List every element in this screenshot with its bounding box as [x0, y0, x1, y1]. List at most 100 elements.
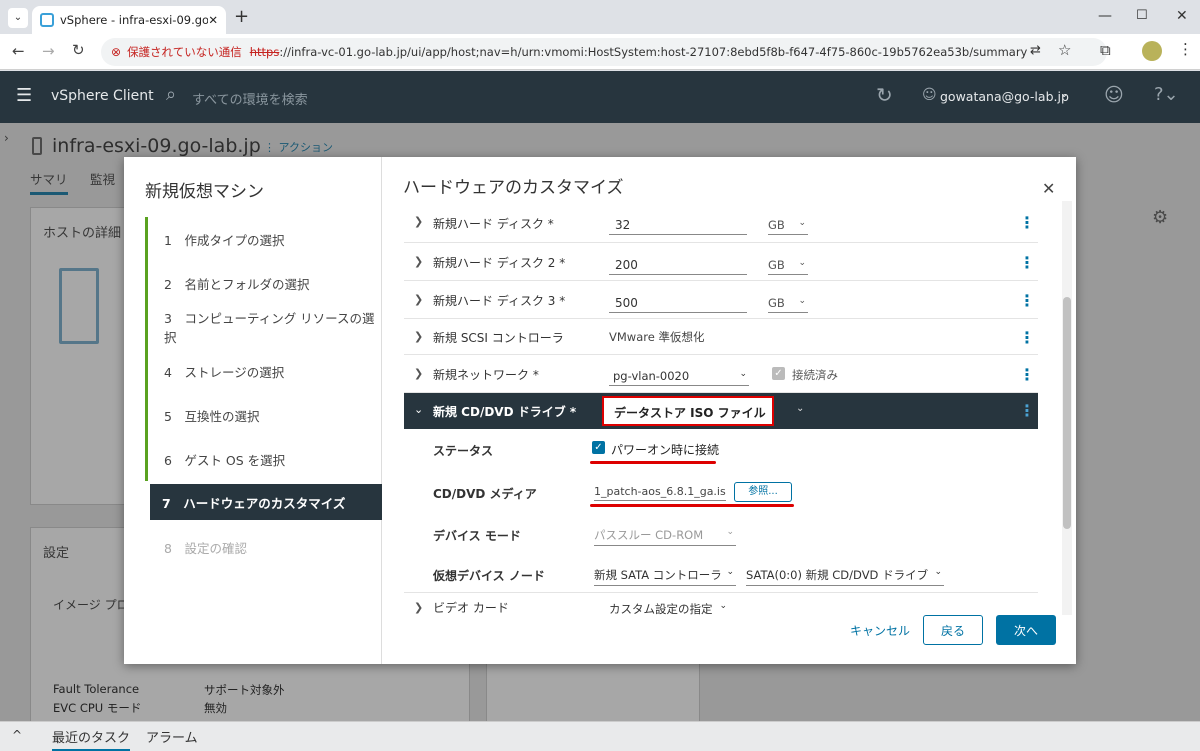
- tab-recent-tasks[interactable]: 最近のタスク: [52, 727, 131, 751]
- hamburger-menu-icon[interactable]: ☰: [16, 85, 32, 106]
- hardware-row-network: ❯ 新規ネットワーク * pg-vlan-0020 ⌄ ✓ 接続済み ⋮: [404, 355, 1038, 393]
- kebab-menu-icon[interactable]: ⋮: [1019, 365, 1035, 384]
- wizard-step-3[interactable]: 3 コンピューティング リソースの選択: [145, 305, 381, 349]
- global-search-input[interactable]: すべての環境を検索: [192, 89, 308, 108]
- wizard-step-7[interactable]: 7 ハードウェアのカスタマイズ: [150, 484, 382, 520]
- kebab-menu-icon[interactable]: ⋮: [1019, 291, 1035, 310]
- scsi-type-value: VMware 準仮想化: [609, 330, 705, 344]
- wizard-step-1[interactable]: 1 作成タイプの選択: [145, 217, 381, 261]
- chevron-down-icon: ⌄: [726, 567, 734, 577]
- controller-select[interactable]: 新規 SATA コントローラ ⌄: [594, 567, 736, 586]
- hardware-row-disk2: ❯ 新規ハード ディスク 2 * 200 GB ⌄ ⋮: [404, 243, 1038, 281]
- chevron-right-icon[interactable]: ❯: [414, 215, 423, 228]
- browse-button[interactable]: 参照...: [734, 482, 792, 502]
- menu-dots-icon[interactable]: ⋮: [1178, 40, 1193, 58]
- settings-value: 無効: [204, 701, 227, 715]
- chevron-down-icon[interactable]: ⌄: [796, 403, 804, 414]
- disk1-size-input[interactable]: 32: [609, 218, 747, 235]
- search-icon[interactable]: ⌕: [166, 84, 176, 105]
- video-card-select[interactable]: カスタム設定の指定 ⌄: [609, 601, 729, 615]
- chevron-down-icon[interactable]: ⌄: [1060, 89, 1068, 100]
- hardware-row-video: ❯ ビデオ カード カスタム設定の指定 ⌄: [404, 593, 1038, 615]
- wizard-step-6[interactable]: 6 ゲスト OS を選択: [145, 437, 381, 481]
- disk2-size-input[interactable]: 200: [609, 258, 747, 275]
- iso-path-input[interactable]: 1_patch-aos_6.8.1_ga.iso: [594, 485, 726, 501]
- hardware-row-cdrom: ⌄ 新規 CD/DVD ドライブ * データストア ISO ファイル ⌄ ⋮: [404, 393, 1038, 429]
- next-button[interactable]: 次へ: [996, 615, 1056, 645]
- disk1-unit-select[interactable]: GB ⌄: [768, 218, 808, 235]
- kebab-menu-icon[interactable]: ⋮: [1019, 213, 1035, 232]
- forward-icon[interactable]: →: [42, 42, 55, 60]
- page-title: ハードウェアのカスタマイズ: [403, 178, 624, 198]
- connected-checkbox[interactable]: ✓: [772, 367, 785, 380]
- back-button[interactable]: 戻る: [923, 615, 983, 645]
- device-mode-select[interactable]: パススルー CD-ROM ⌄: [594, 527, 736, 546]
- chevron-down-icon: ⌄: [934, 567, 942, 577]
- cdrom-type-select[interactable]: データストア ISO ファイル: [602, 396, 774, 426]
- hardware-row-scsi: ❯ 新規 SCSI コントローラ VMware 準仮想化 ⋮: [404, 319, 1038, 355]
- tab-alarms[interactable]: アラーム: [146, 727, 198, 746]
- chevron-down-icon: ⌄: [798, 258, 806, 268]
- wizard-steps-panel: 新規仮想マシン 1 作成タイプの選択 2 名前とフォルダの選択 3 コンピューテ…: [124, 157, 382, 664]
- disk3-size-input[interactable]: 500: [609, 296, 747, 313]
- disk3-unit-select[interactable]: GB ⌄: [768, 296, 808, 313]
- minimize-icon[interactable]: —: [1098, 8, 1112, 24]
- address-toolbar: ← → ↻ ⊗ 保護されていない通信 https ://infra-vc-01.…: [0, 34, 1200, 70]
- cancel-button[interactable]: キャンセル: [846, 615, 914, 645]
- app-name: vSphere Client: [51, 88, 154, 104]
- cdrom-status-row: ステータス ✓ パワーオン時に接続: [404, 429, 1038, 473]
- device-mode-row: デバイス モード パススルー CD-ROM ⌄: [404, 515, 1038, 555]
- cdrom-media-row: CD/DVD メディア 1_patch-aos_6.8.1_ga.iso 参照.…: [404, 473, 1038, 515]
- new-tab-button[interactable]: +: [234, 6, 249, 27]
- connect-at-power-on-label: パワーオン時に接続: [611, 443, 720, 457]
- profile-avatar[interactable]: [1142, 41, 1162, 61]
- extensions-icon[interactable]: ⧉: [1100, 41, 1111, 59]
- chevron-right-icon[interactable]: ❯: [414, 601, 423, 614]
- translate-icon[interactable]: ⇄: [1030, 43, 1041, 58]
- disk2-unit-select[interactable]: GB ⌄: [768, 258, 808, 275]
- wizard-step-8: 8 設定の確認: [164, 540, 247, 556]
- close-window-icon[interactable]: ✕: [1176, 8, 1188, 24]
- help-icon[interactable]: ?⌄: [1154, 84, 1179, 105]
- chevron-right-icon[interactable]: ❯: [414, 255, 423, 268]
- back-icon[interactable]: ←: [12, 42, 25, 60]
- chevron-down-icon: ⌄: [739, 369, 747, 379]
- chevron-right-icon[interactable]: ❯: [414, 330, 423, 343]
- scrollbar-thumb[interactable]: [1063, 297, 1071, 529]
- kebab-menu-icon[interactable]: ⋮: [1019, 328, 1035, 347]
- settings-rows-lower: Fault Tolerance サポート対象外 EVC CPU モード 無効: [0, 664, 1200, 721]
- hardware-list: ❯ 新規ハード ディスク * 32 GB ⌄ ⋮ ❯ 新規ハード ディスク 2 *…: [404, 205, 1038, 615]
- wizard-step-4[interactable]: 4 ストレージの選択: [145, 349, 381, 393]
- wizard-step-2[interactable]: 2 名前とフォルダの選択: [145, 261, 381, 305]
- address-bar[interactable]: ⊗ 保護されていない通信 https ://infra-vc-01.go-lab…: [101, 38, 1107, 66]
- annotation-underline: [590, 461, 716, 464]
- browser-tab-bar: ⌄ vSphere - infra-esxi-09.go-lab.jp ✕ + …: [0, 0, 1200, 34]
- browser-tab[interactable]: vSphere - infra-esxi-09.go-lab.jp ✕: [32, 6, 226, 34]
- feedback-icon[interactable]: ☺: [1104, 84, 1124, 106]
- reload-icon[interactable]: ↻: [72, 41, 85, 59]
- chevron-down-icon: ⌄: [798, 296, 806, 306]
- kebab-menu-icon[interactable]: ⋮: [1019, 401, 1035, 420]
- refresh-icon[interactable]: ↻: [876, 83, 893, 107]
- maximize-icon[interactable]: ☐: [1136, 8, 1148, 23]
- chevron-down-icon[interactable]: ⌄: [414, 403, 423, 416]
- user-icon: ☺: [922, 87, 937, 103]
- network-select[interactable]: pg-vlan-0020 ⌄: [609, 369, 749, 386]
- wizard-step-5[interactable]: 5 互換性の選択: [145, 393, 381, 437]
- chevron-down-icon: ⌄: [719, 601, 727, 611]
- close-tab-icon[interactable]: ✕: [208, 13, 218, 27]
- settings-row: Fault Tolerance: [53, 682, 140, 696]
- hardware-row-disk3: ❯ 新規ハード ディスク 3 * 500 GB ⌄ ⋮: [404, 281, 1038, 319]
- user-menu[interactable]: gowatana@go-lab.jp: [940, 89, 1069, 104]
- chevron-right-icon[interactable]: ❯: [414, 293, 423, 306]
- connect-at-power-on-checkbox[interactable]: ✓: [592, 441, 605, 454]
- device-node-select[interactable]: SATA(0:0) 新規 CD/DVD ドライブ ⌄: [746, 567, 944, 586]
- bookmark-star-icon[interactable]: ☆: [1058, 41, 1071, 59]
- expand-bottom-icon[interactable]: ^: [12, 728, 22, 742]
- tab-search-icon[interactable]: ⌄: [8, 8, 28, 28]
- close-icon[interactable]: ✕: [1042, 179, 1055, 198]
- chevron-right-icon[interactable]: ❯: [414, 367, 423, 380]
- kebab-menu-icon[interactable]: ⋮: [1019, 253, 1035, 272]
- scrollbar[interactable]: [1062, 201, 1072, 615]
- hardware-row-disk1: ❯ 新規ハード ディスク * 32 GB ⌄ ⋮: [404, 205, 1038, 243]
